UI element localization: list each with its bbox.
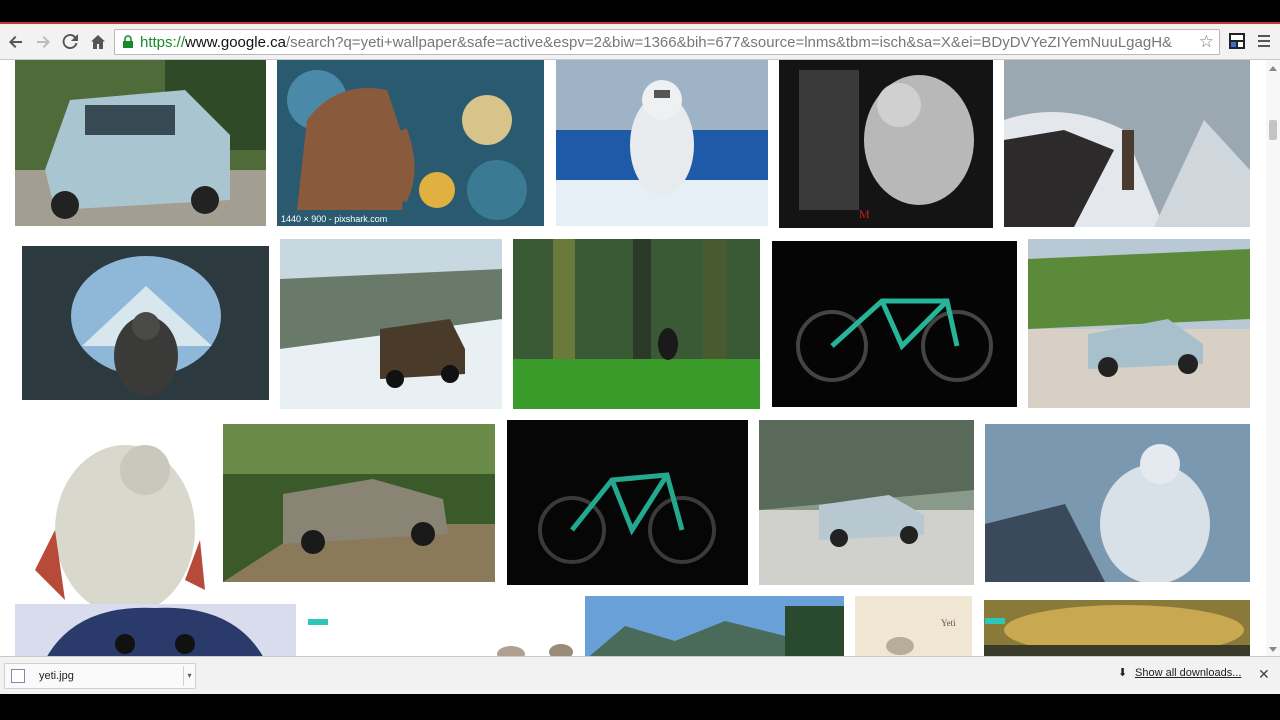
tab-strip xyxy=(0,0,1280,24)
image-size-caption: 1440 × 900 - pixshark.com xyxy=(281,214,388,224)
show-all-downloads-link[interactable]: ⬇ Show all downloads... xyxy=(1118,667,1242,679)
download-arrow-icon: ⬇ xyxy=(1118,667,1128,679)
result-image-bike-dark-2[interactable] xyxy=(507,420,748,585)
back-button[interactable] xyxy=(4,30,28,54)
result-image-mammoth-cartoon[interactable]: 1440 × 900 - pixshark.com xyxy=(277,60,544,226)
address-bar[interactable]: https://www.google.ca/search?q=yeti+wall… xyxy=(114,29,1220,55)
forward-button[interactable] xyxy=(31,30,55,54)
browser-toolbar: https://www.google.ca/search?q=yeti+wall… xyxy=(0,24,1280,60)
extension-icon[interactable] xyxy=(1228,32,1246,50)
url-path: /search?q=yeti+wallpaper&safe=active&esp… xyxy=(285,34,1173,51)
result-image-suv-valley[interactable] xyxy=(1028,239,1250,408)
show-all-downloads-label: Show all downloads... xyxy=(1135,667,1242,679)
download-menu-chevron-icon[interactable]: ▾ xyxy=(183,666,195,686)
scroll-down-icon[interactable] xyxy=(1269,647,1277,652)
result-image-yeti-iceberg[interactable] xyxy=(556,60,768,226)
url-host: www.google.ca xyxy=(185,34,286,51)
result-image-yeti-sign[interactable]: Yeti xyxy=(855,596,972,660)
bottom-black-bar xyxy=(0,694,1280,720)
result-image-suv-rocky-cliff[interactable] xyxy=(759,420,974,585)
url-scheme: https:// xyxy=(140,34,186,51)
result-image-bike-dark-1[interactable] xyxy=(772,241,1017,407)
url-text: https://www.google.ca/search?q=yeti+wall… xyxy=(140,34,1190,51)
image-results-grid: 1440 × 900 - pixshark.com M Yeti xyxy=(0,60,1280,660)
forward-icon xyxy=(37,36,50,48)
svg-text:M: M xyxy=(859,207,870,221)
reload-button[interactable] xyxy=(58,30,82,54)
result-image-yeti-movie[interactable]: M xyxy=(779,60,993,228)
home-icon xyxy=(91,35,105,49)
result-image-white-loading[interactable] xyxy=(296,604,581,660)
reload-icon xyxy=(62,34,78,50)
download-item[interactable]: yeti.jpg ▾ xyxy=(4,663,196,689)
page-scrollbar[interactable] xyxy=(1266,60,1280,660)
file-icon xyxy=(11,669,25,683)
back-icon xyxy=(9,36,22,48)
scroll-up-icon[interactable] xyxy=(1269,66,1277,71)
download-file-name: yeti.jpg xyxy=(39,670,74,682)
yeti-sign-text: Yeti xyxy=(941,618,956,628)
result-image-suv-river[interactable] xyxy=(280,239,502,409)
result-image-yeti-cave[interactable] xyxy=(22,246,269,400)
result-image-suv-rocks[interactable] xyxy=(15,60,266,226)
result-image-climber-mountain[interactable] xyxy=(1004,60,1250,227)
lock-icon xyxy=(123,35,133,48)
bookmark-star-icon[interactable]: ☆ xyxy=(1199,32,1214,52)
result-image-suv-forest-road[interactable] xyxy=(223,424,495,582)
result-image-forest-bigfoot[interactable] xyxy=(513,239,760,409)
result-image-golden-sky[interactable] xyxy=(984,600,1250,660)
browser-window: https://www.google.ca/search?q=yeti+wall… xyxy=(0,0,1280,720)
result-image-yeti-face-art[interactable] xyxy=(15,604,296,660)
teal-marker xyxy=(985,618,1005,624)
download-shelf: yeti.jpg ▾ ⬇ Show all downloads... ✕ xyxy=(0,656,1280,694)
result-image-yeti-storm[interactable] xyxy=(985,424,1250,582)
home-button[interactable] xyxy=(86,30,110,54)
scrollbar-thumb[interactable] xyxy=(1269,120,1277,140)
menu-icon[interactable] xyxy=(1256,32,1272,50)
result-image-mountain-lake[interactable] xyxy=(585,596,844,660)
close-icon[interactable]: ✕ xyxy=(1258,666,1270,683)
